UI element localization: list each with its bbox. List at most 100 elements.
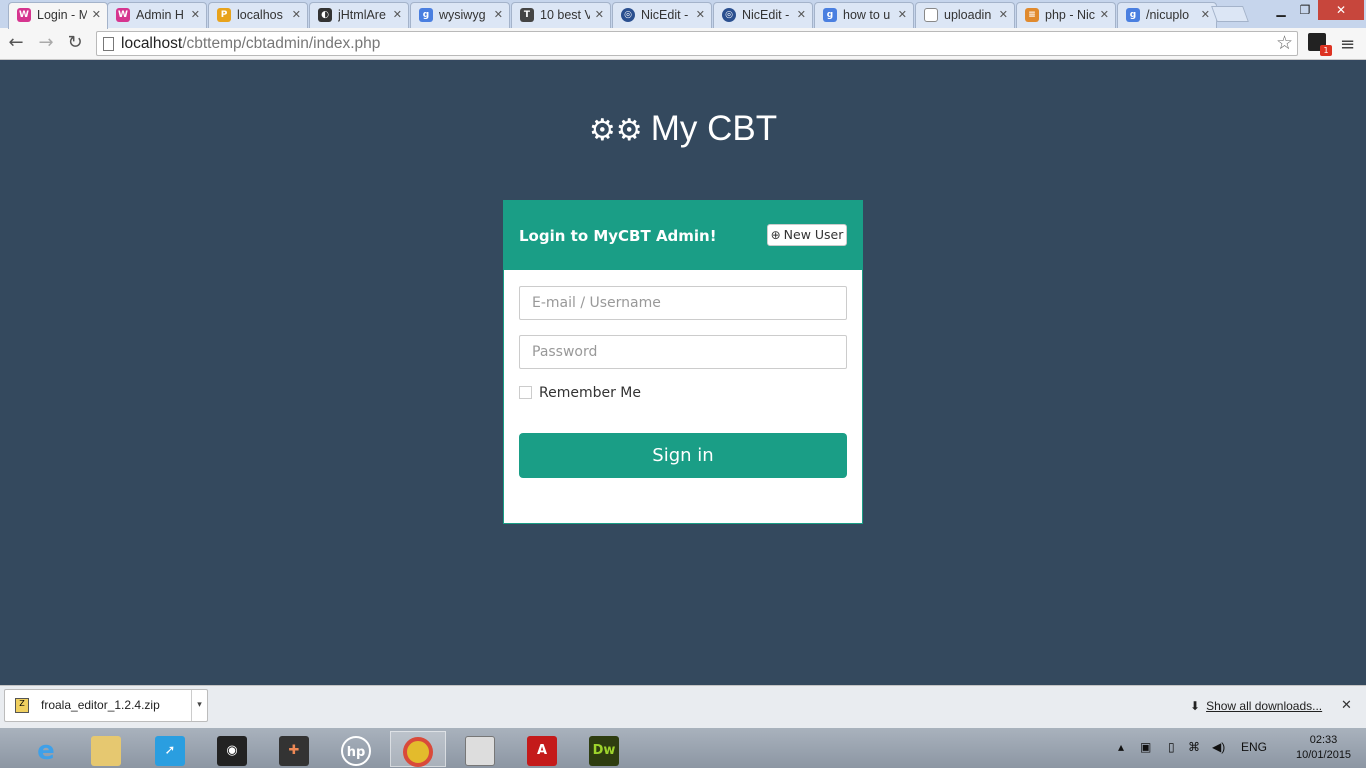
reload-icon[interactable]: ↻ — [63, 32, 87, 56]
explorer-icon[interactable] — [78, 731, 134, 767]
google-icon: g — [419, 8, 433, 22]
address-bar[interactable]: localhost/cbttemp/cbtadmin/index.php ☆ — [96, 31, 1298, 56]
chrome-icon[interactable] — [390, 731, 446, 767]
page-icon — [924, 8, 938, 22]
network-icon[interactable]: ⌘ — [1188, 740, 1200, 754]
window-close-icon[interactable]: ✕ — [1318, 0, 1364, 20]
clock-time: 02:33 — [1309, 734, 1338, 746]
close-icon[interactable]: ✕ — [999, 8, 1008, 21]
gears-icon: ⚙⚙ — [588, 114, 643, 147]
globe-icon: ◎ — [621, 8, 635, 22]
restore-icon[interactable]: ❐ — [1294, 0, 1316, 20]
email-field[interactable] — [519, 286, 847, 320]
page-icon — [103, 37, 114, 51]
browser-toolbar: ← → ↻ localhost/cbttemp/cbtadmin/index.p… — [0, 28, 1366, 60]
brand-title: ⚙⚙ My CBT — [0, 109, 1366, 149]
login-panel: Login to MyCBT Admin! ⊕New User Remember… — [503, 200, 863, 524]
tab-label: Login - M — [37, 8, 87, 22]
url-host: localhost — [121, 35, 183, 52]
stackoverflow-icon: ≡ — [1025, 8, 1039, 22]
download-arrow-icon: ⬇ — [1190, 699, 1201, 713]
show-all-downloads-link[interactable]: Show all downloads... — [1206, 699, 1322, 713]
taskbar: e ➚ ◉ ✚ hp A Dw ▴ ▣ ▯ ⌘ ◀) ENG 02:33 10/… — [0, 728, 1366, 768]
extension-badge: 1 — [1320, 45, 1332, 56]
tab-wysiwyg[interactable]: g wysiwyg ✕ — [410, 2, 510, 28]
tab-admin[interactable]: W Admin H ✕ — [107, 2, 207, 28]
clock[interactable]: 02:33 10/01/2015 — [1296, 733, 1351, 763]
language-indicator[interactable]: ENG — [1241, 740, 1267, 754]
battery-icon[interactable]: ▯ — [1168, 740, 1175, 754]
close-icon[interactable]: ✕ — [292, 8, 301, 21]
tab-nicedit-2[interactable]: ◎ NicEdit - ✕ — [713, 2, 813, 28]
close-icon[interactable]: ✕ — [797, 8, 806, 21]
volume-icon[interactable]: ◀) — [1212, 740, 1225, 754]
password-field[interactable] — [519, 335, 847, 369]
tab-localhost[interactable]: P localhos ✕ — [208, 2, 308, 28]
tray-expand-icon[interactable]: ▴ — [1118, 740, 1124, 754]
minimize-icon[interactable]: ▁ — [1268, 0, 1294, 20]
close-icon[interactable]: ✕ — [595, 8, 604, 21]
window-icon[interactable] — [452, 731, 508, 767]
close-icon[interactable]: ✕ — [494, 8, 503, 21]
sign-in-button[interactable]: Sign in — [519, 433, 847, 478]
google-icon: g — [1126, 8, 1140, 22]
tray-app-icon[interactable]: ▣ — [1140, 740, 1151, 754]
remember-me[interactable]: Remember Me — [519, 385, 641, 401]
new-user-button[interactable]: ⊕ New User — [767, 224, 847, 246]
login-panel-header: Login to MyCBT Admin! ⊕ New User — [504, 201, 862, 270]
wamp-icon: W — [17, 8, 31, 22]
tab-nicedit-1[interactable]: ◎ NicEdit - ✕ — [612, 2, 712, 28]
back-icon[interactable]: ← — [4, 32, 28, 56]
tab-php[interactable]: ≡ php - Nic ✕ — [1016, 2, 1116, 28]
close-icon[interactable]: ✕ — [1201, 8, 1210, 21]
remember-me-checkbox[interactable] — [519, 386, 532, 399]
page-content: ⚙⚙ My CBT Login to MyCBT Admin! ⊕ New User… — [0, 61, 1366, 685]
tab-how-to[interactable]: g how to u ✕ — [814, 2, 914, 28]
close-icon[interactable]: ✕ — [1100, 8, 1109, 21]
acrobat-icon[interactable]: A — [514, 731, 570, 767]
pma-icon: P — [217, 8, 231, 22]
tab-nicupload[interactable]: g /nicuplo ✕ — [1117, 2, 1217, 28]
ie-icon[interactable]: e — [18, 731, 74, 767]
github-icon: ◐ — [318, 8, 332, 22]
plus-circle-icon: ⊕ — [770, 228, 781, 242]
chevron-down-icon[interactable]: ▾ — [191, 690, 207, 721]
tab-label: 10 best V — [540, 8, 590, 22]
close-icon[interactable]: ✕ — [898, 8, 907, 21]
show-all-downloads[interactable]: ⬇ Show all downloads... — [1190, 699, 1322, 713]
close-icon[interactable]: ✕ — [92, 8, 101, 21]
url-path: /cbttemp/cbtadmin/index.php — [182, 35, 381, 52]
tab-label: localhos — [237, 8, 283, 22]
hp-icon[interactable]: hp — [328, 731, 384, 767]
close-icon[interactable]: ✕ — [393, 8, 402, 21]
clock-date: 10/01/2015 — [1296, 749, 1352, 761]
puzzle-icon[interactable]: ✚ — [266, 731, 322, 767]
close-icon[interactable]: ✕ — [1341, 698, 1352, 713]
globe-icon: ◎ — [722, 8, 736, 22]
download-file-name: froala_editor_1.2.4.zip — [41, 698, 160, 712]
remember-me-label: Remember Me — [539, 385, 641, 401]
tab-jhtmlarea[interactable]: ◐ jHtmlAre ✕ — [309, 2, 409, 28]
rocket-icon[interactable]: ➚ — [142, 731, 198, 767]
close-icon[interactable]: ✕ — [696, 8, 705, 21]
t-icon: T — [520, 8, 534, 22]
menu-icon[interactable]: ≡ — [1340, 34, 1355, 55]
new-tab-button[interactable] — [1211, 6, 1249, 22]
bookmark-star-icon[interactable]: ☆ — [1276, 32, 1293, 54]
tab-label: uploadin — [944, 8, 992, 22]
tab-10-best[interactable]: T 10 best V ✕ — [511, 2, 611, 28]
dreamweaver-icon[interactable]: Dw — [576, 731, 632, 767]
tab-label: NicEdit - — [641, 8, 689, 22]
download-item[interactable]: Z froala_editor_1.2.4.zip ▾ — [4, 689, 208, 722]
tab-label: NicEdit - — [742, 8, 790, 22]
new-user-label: New User — [783, 227, 844, 242]
tab-strip: W Login - M ✕ W Admin H ✕ P localhos ✕ ◐… — [0, 0, 1366, 29]
forward-icon[interactable]: → — [34, 32, 58, 56]
tab-login[interactable]: W Login - M ✕ — [8, 2, 108, 29]
camera-icon[interactable]: ◉ — [204, 731, 260, 767]
close-icon[interactable]: ✕ — [191, 8, 200, 21]
tab-uploading[interactable]: uploadin ✕ — [915, 2, 1015, 28]
download-bar: Z froala_editor_1.2.4.zip ▾ ⬇ Show all do… — [0, 685, 1366, 728]
url-text: localhost/cbttemp/cbtadmin/index.php — [121, 35, 380, 53]
tab-label: Admin H — [136, 8, 184, 22]
